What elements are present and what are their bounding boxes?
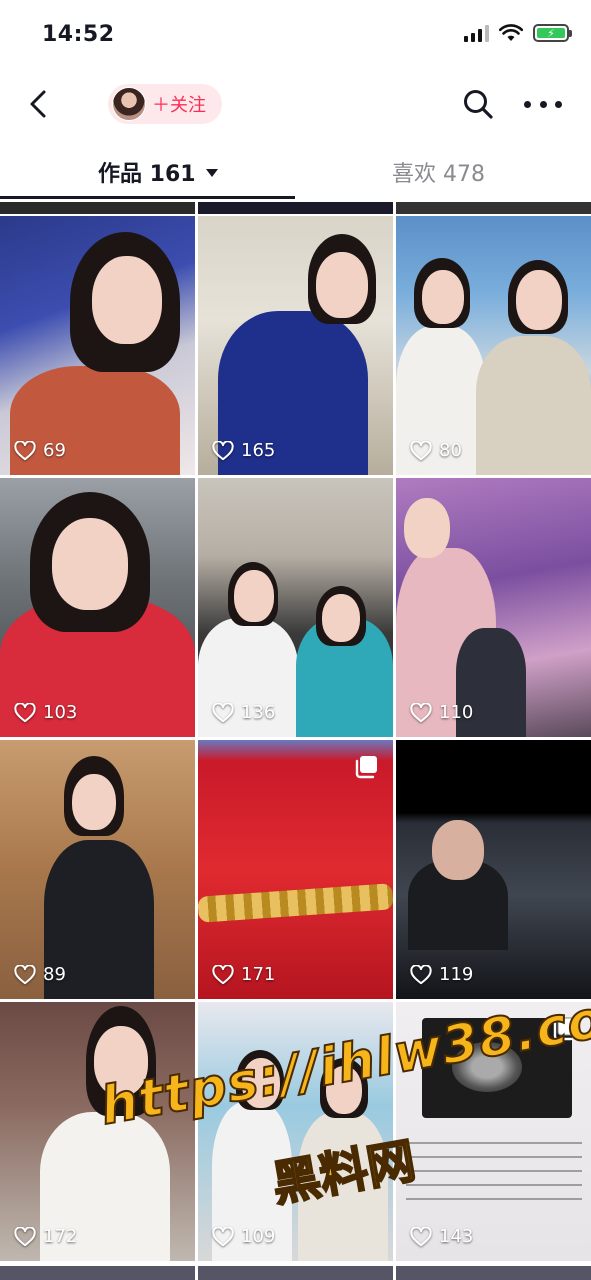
video-thumbnail[interactable]: 110: [396, 478, 591, 737]
tab-works-label: 作品 161: [98, 162, 196, 187]
like-count: 69: [14, 440, 66, 461]
thumbnail-figure: [404, 498, 450, 558]
cellular-signal-icon: [464, 24, 489, 42]
like-count-value: 165: [241, 440, 276, 461]
thumbnail-figure: [92, 256, 162, 344]
thumbnail-figure: [72, 774, 116, 830]
dot-icon: [524, 100, 531, 108]
like-count: 171: [212, 964, 275, 985]
video-thumbnail[interactable]: 89: [0, 740, 195, 999]
thumbnail-figure: [322, 594, 360, 642]
status-time: 14:52: [42, 22, 115, 47]
thumbnail-figure: [52, 518, 128, 610]
thumbnail-figure: [452, 1042, 522, 1092]
tab-indicator: [0, 196, 295, 199]
like-count: 165: [212, 440, 275, 461]
like-count-value: 119: [439, 964, 474, 985]
video-thumbnail[interactable]: 172: [0, 1002, 195, 1261]
thumbnail-figure: [316, 252, 368, 318]
heart-icon: [410, 1226, 432, 1246]
previous-row-strip: [0, 202, 591, 214]
follow-button[interactable]: ＋关注: [108, 84, 222, 124]
thumbnail-figure: [326, 1066, 362, 1114]
multi-image-icon: [355, 756, 377, 779]
thumbnail-figure: [432, 820, 484, 880]
battery-charging-icon: ⚡: [537, 28, 565, 39]
thumbnail-figure: [422, 270, 464, 324]
thumbnail-figure: [242, 1058, 280, 1108]
chevron-left-icon: [30, 90, 46, 118]
like-count: 119: [410, 964, 473, 985]
thumbnail-figure: [476, 336, 591, 475]
tab-likes[interactable]: 喜欢 478: [392, 156, 485, 188]
video-thumbnail[interactable]: 171: [198, 740, 393, 999]
status-bar: 14:52 ⚡: [0, 0, 591, 72]
heart-icon: [14, 964, 36, 984]
thumbnail-figure: [198, 883, 393, 923]
like-count: 110: [410, 702, 473, 723]
heart-icon: [212, 702, 234, 722]
back-button[interactable]: [22, 86, 58, 122]
heart-icon: [14, 1226, 36, 1246]
video-thumbnail[interactable]: 136: [198, 478, 393, 737]
like-count: 89: [14, 964, 66, 985]
thumbnail-figure: [234, 570, 274, 622]
heart-icon: [212, 964, 234, 984]
wifi-icon: [499, 24, 523, 41]
battery-icon: ⚡: [533, 24, 572, 42]
thumbnail-figure: [94, 1026, 148, 1096]
like-count-value: 109: [241, 1226, 276, 1247]
heart-icon: [14, 440, 36, 460]
caret-down-icon: [205, 169, 218, 177]
video-thumbnail[interactable]: 80: [396, 216, 591, 475]
like-count-value: 143: [439, 1226, 474, 1247]
heart-icon: [410, 440, 432, 460]
like-count-value: 89: [43, 964, 66, 985]
video-thumbnail[interactable]: 109: [198, 1002, 393, 1261]
status-icons: ⚡: [464, 24, 572, 42]
profile-tabs: 作品 161 喜欢 478: [0, 140, 591, 202]
search-icon: [464, 90, 493, 119]
nav-bar: ＋关注: [0, 72, 591, 136]
heart-icon: [14, 702, 36, 722]
video-thumbnail[interactable]: 143: [396, 1002, 591, 1261]
dot-icon: [555, 100, 562, 108]
heart-icon: [410, 964, 432, 984]
follow-label: ＋关注: [152, 95, 206, 116]
video-thumbnail[interactable]: 103: [0, 478, 195, 737]
search-button[interactable]: [460, 86, 496, 122]
like-count-value: 103: [43, 702, 78, 723]
video-thumbnail[interactable]: 69: [0, 216, 195, 475]
dot-icon: [539, 100, 547, 108]
like-count: 172: [14, 1226, 77, 1247]
like-count: 136: [212, 702, 275, 723]
like-count: 143: [410, 1226, 473, 1247]
more-options-button[interactable]: [524, 88, 562, 120]
like-count-value: 136: [241, 702, 276, 723]
like-count: 109: [212, 1226, 275, 1247]
like-count-value: 69: [43, 440, 66, 461]
video-grid: 69 165 80 103 136 110 89 171 119 172 109…: [0, 202, 591, 1280]
like-count-value: 80: [439, 440, 462, 461]
thumbnail-figure: [298, 1112, 388, 1261]
heart-icon: [212, 440, 234, 460]
thumbnail-figure: [406, 1142, 582, 1202]
heart-icon: [212, 1226, 234, 1246]
heart-icon: [410, 702, 432, 722]
next-row-strip: [0, 1266, 591, 1280]
tab-works[interactable]: 作品 161: [98, 156, 218, 188]
video-thumbnail[interactable]: 165: [198, 216, 393, 475]
like-count-value: 172: [43, 1226, 78, 1247]
like-count: 103: [14, 702, 77, 723]
avatar[interactable]: [112, 87, 146, 121]
tab-likes-label: 喜欢 478: [392, 162, 485, 187]
like-count-value: 171: [241, 964, 276, 985]
like-count: 80: [410, 440, 462, 461]
like-count-value: 110: [439, 702, 474, 723]
video-thumbnail[interactable]: 119: [396, 740, 591, 999]
multi-image-icon: [553, 1017, 576, 1041]
thumbnail-figure: [516, 270, 562, 330]
